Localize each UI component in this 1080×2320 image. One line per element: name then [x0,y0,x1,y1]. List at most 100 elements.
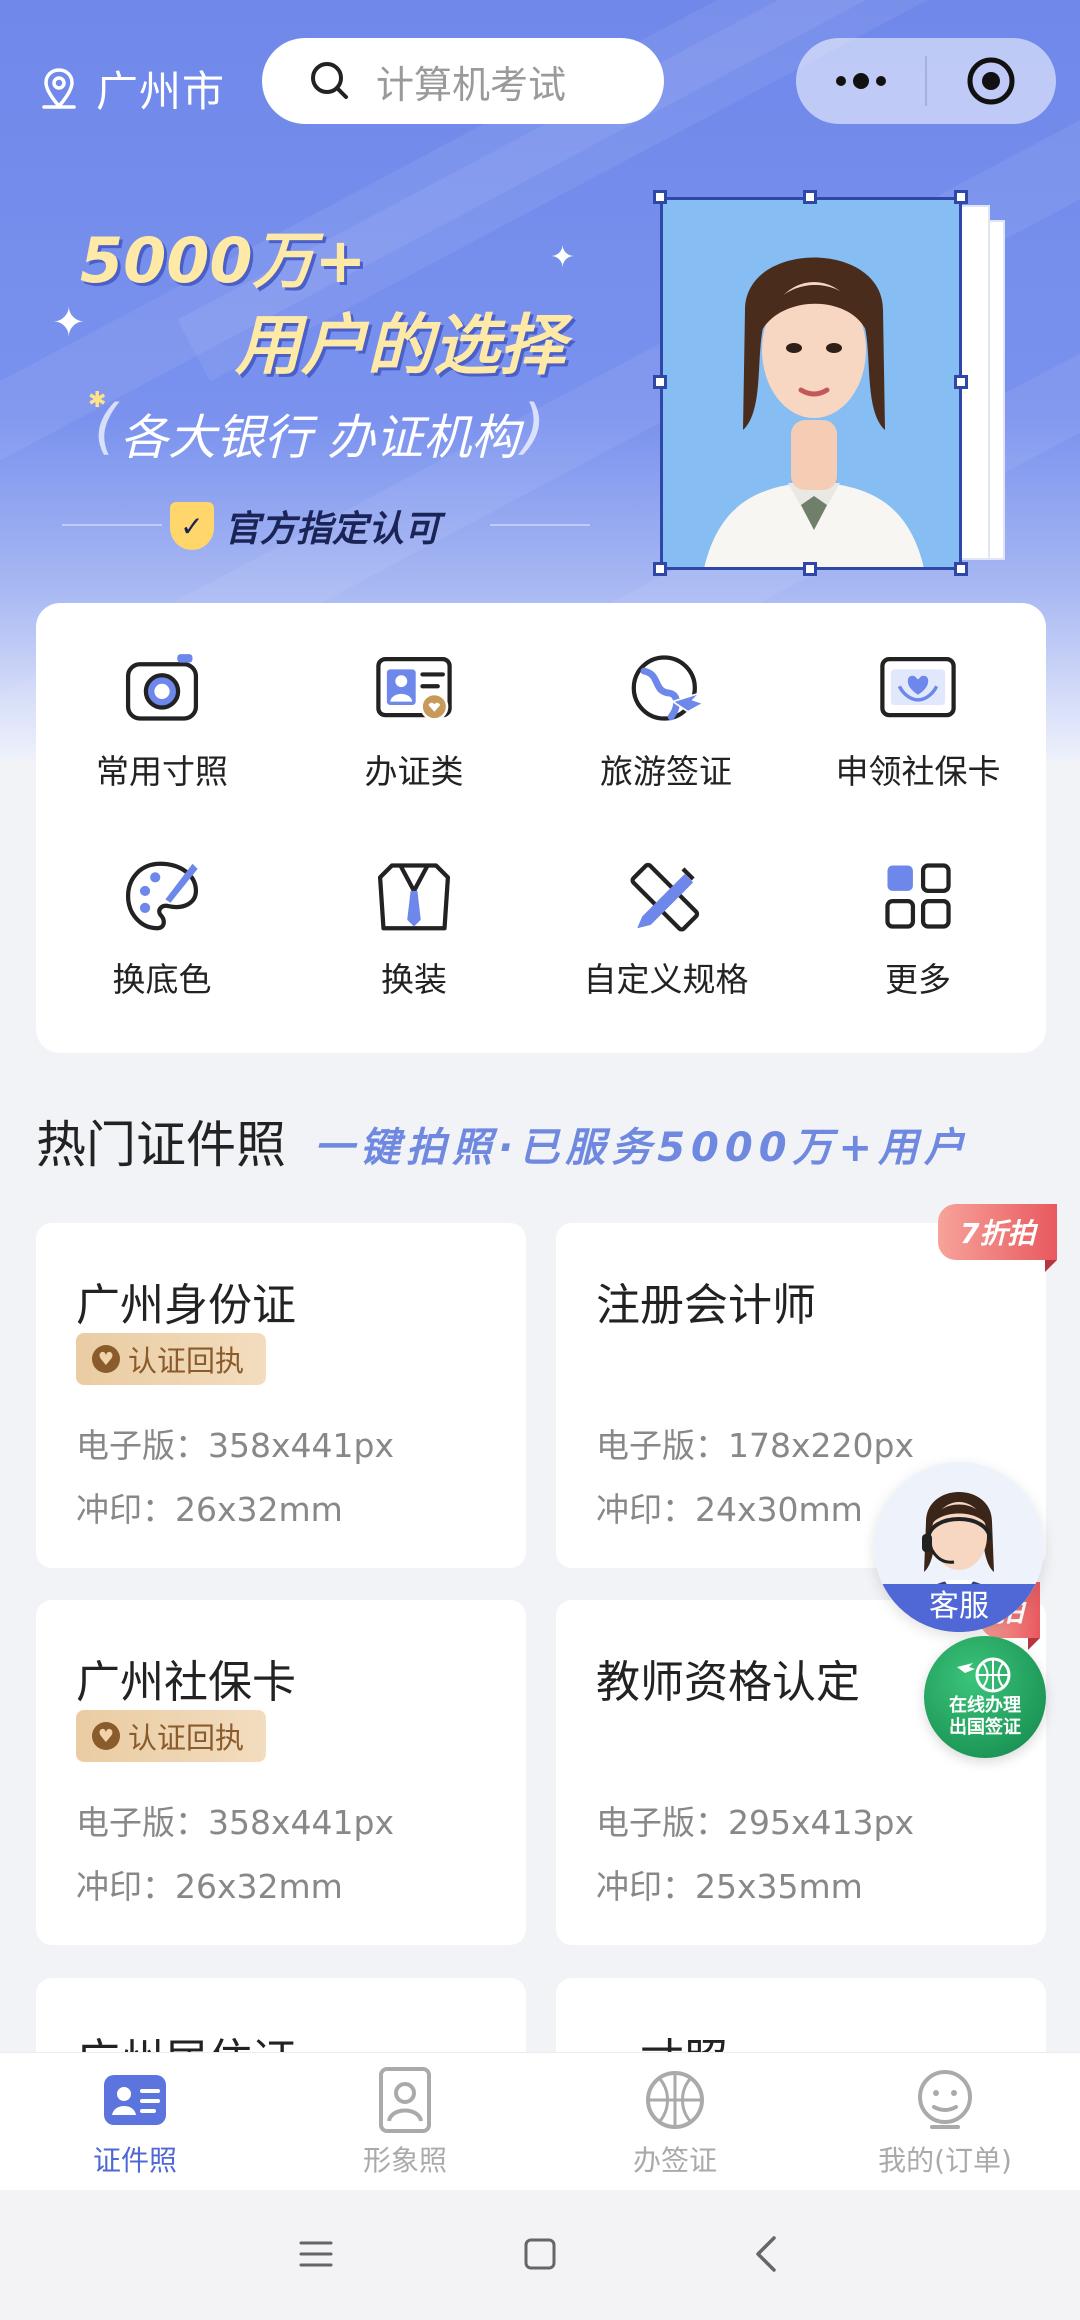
city-label: 广州市 [96,67,226,116]
banner-subline: 各大银行 办证机构 [94,392,546,468]
badge-label: 认证回执 [128,1721,245,1755]
doc-print-spec: 冲印：26x32mm [76,1490,343,1529]
banner-headline-2: 用户的选择 [235,307,565,384]
banner-rule-left [62,524,162,526]
doc-digital-spec: 电子版：358x441px [76,1803,394,1842]
search-icon [311,62,348,99]
category-label: 换底色 [112,960,212,999]
sparkle-icon: ✦ [52,300,86,346]
suit-icon [377,863,451,931]
category-common-size[interactable]: 常用寸照 [36,603,288,793]
portrait-icon [379,2067,431,2133]
home-button[interactable] [510,2224,570,2284]
doc-name: 广州社保卡 [76,1657,296,1708]
square-icon [524,2238,556,2270]
tab-my-orders[interactable]: 我的(订单) [810,2053,1080,2191]
globe-plane-badge-icon [957,1657,1011,1693]
location-pin-icon [42,67,76,109]
doc-digital-spec: 电子版：178x220px [596,1426,914,1465]
category-label: 更多 [885,960,951,999]
tab-label: 证件照 [92,2144,177,2177]
tab-id-photo[interactable]: 证件照 [0,2053,270,2191]
tab-label: 办签证 [632,2144,717,2177]
category-change-background[interactable]: 换底色 [36,811,288,1001]
crop-handle [653,375,667,389]
bottom-tab-bar: 证件照 形象照 办签证 我的(订单) [0,2052,1080,2190]
location-selector[interactable]: 广州市 [36,58,225,119]
badge-label: 认证回执 [128,1344,245,1378]
online-visa-button[interactable]: 在线办理 出国签证 [924,1636,1046,1758]
crop-handle [803,562,817,576]
doc-name: 注册会计师 [596,1280,816,1331]
category-travel-visa[interactable]: 旅游签证 [540,603,792,793]
banner-rule-right [490,524,590,526]
globe-plane-icon [631,655,706,721]
visa-label-line1: 在线办理 [949,1695,1021,1716]
crop-handle [954,190,968,204]
sparkle-icon: ✦ [550,240,576,275]
social-card-icon [880,657,956,718]
doc-card-guangzhou-id[interactable]: 广州身份证 ♥ 认证回执 电子版：358x441px 冲印：26x32mm [36,1223,526,1568]
doc-digital-spec: 电子版：295x413px [596,1803,914,1842]
category-label: 常用寸照 [96,752,228,791]
sparkle-icon: ✱ [88,388,107,413]
tab-visa[interactable]: 办签证 [540,2053,810,2191]
crop-handle [653,190,667,204]
smiley-icon [918,2070,972,2129]
ruler-pencil-icon [630,862,700,932]
close-miniprogram-button[interactable] [927,38,1056,124]
tab-label: 我的(订单) [878,2144,1012,2177]
certified-receipt-badge: ♥ 认证回执 [76,1710,267,1762]
portrait-illustration [663,200,959,567]
category-label: 办证类 [364,752,464,791]
crop-handle [653,562,667,576]
tab-portrait[interactable]: 形象照 [270,2053,540,2191]
category-label: 自定义规格 [583,960,749,999]
heart-badge-icon: ♥ [92,1345,120,1373]
chevron-left-icon [756,2236,776,2272]
banner-certified: ✓ 官方指定认可 [170,500,440,552]
doc-name: 广州身份证 [76,1280,296,1331]
globe-icon [646,2071,704,2129]
camera-icon [125,654,199,721]
banner-certified-label: 官方指定认可 [224,509,441,550]
miniprogram-capsule [796,38,1056,124]
category-label: 换装 [381,960,447,999]
banner-headline-1: 5000万+ [80,224,367,297]
crop-handle [954,375,968,389]
top-bar: 广州市 计算机考试 [0,38,1080,124]
discount-ribbon: 7折拍 [938,1204,1058,1272]
recent-apps-button[interactable] [286,2224,346,2284]
banner[interactable]: 5000万+ 用户的选择 各大银行 办证机构 ✓ 官方指定认可 ✦ ✦ ✱ [50,200,610,560]
search-placeholder: 计算机考试 [376,62,567,107]
section-title: 热门证件照 [36,1116,286,1174]
search-bar[interactable]: 计算机考试 [262,38,664,124]
crop-handle [954,562,968,576]
id-photo-icon [104,2075,166,2125]
category-label: 旅游签证 [600,752,732,791]
category-more[interactable]: 更多 [792,811,1044,1001]
category-label: 申领社保卡 [835,752,1001,791]
category-custom-size[interactable]: 自定义规格 [540,811,792,1001]
target-close-icon [967,57,1015,105]
customer-service-label: 客服 [874,1584,1044,1632]
customer-service-button[interactable]: 客服 [874,1462,1044,1632]
more-menu-button[interactable] [796,38,925,124]
back-button[interactable] [736,2224,796,2284]
crop-handle [803,190,817,204]
sample-id-photo [660,197,962,570]
category-certificate[interactable]: 办证类 [288,603,540,793]
system-navigation-bar [0,2190,1080,2320]
doc-print-spec: 冲印：26x32mm [76,1867,343,1906]
more-dots-icon [835,73,886,89]
id-card-icon [376,657,452,721]
grid-icon [885,863,951,929]
category-change-outfit[interactable]: 换装 [288,811,540,1001]
heart-badge-icon: ♥ [92,1722,120,1750]
section-slogan: 一键拍照·已服务5000万+用户 [314,1125,971,1171]
category-social-card[interactable]: 申领社保卡 [792,603,1044,793]
menu-lines-icon [299,2241,333,2267]
doc-card-guangzhou-social[interactable]: 广州社保卡 ♥ 认证回执 电子版：358x441px 冲印：26x32mm [36,1600,526,1945]
tab-label: 形象照 [362,2144,447,2177]
doc-print-spec: 冲印：24x30mm [596,1490,863,1529]
